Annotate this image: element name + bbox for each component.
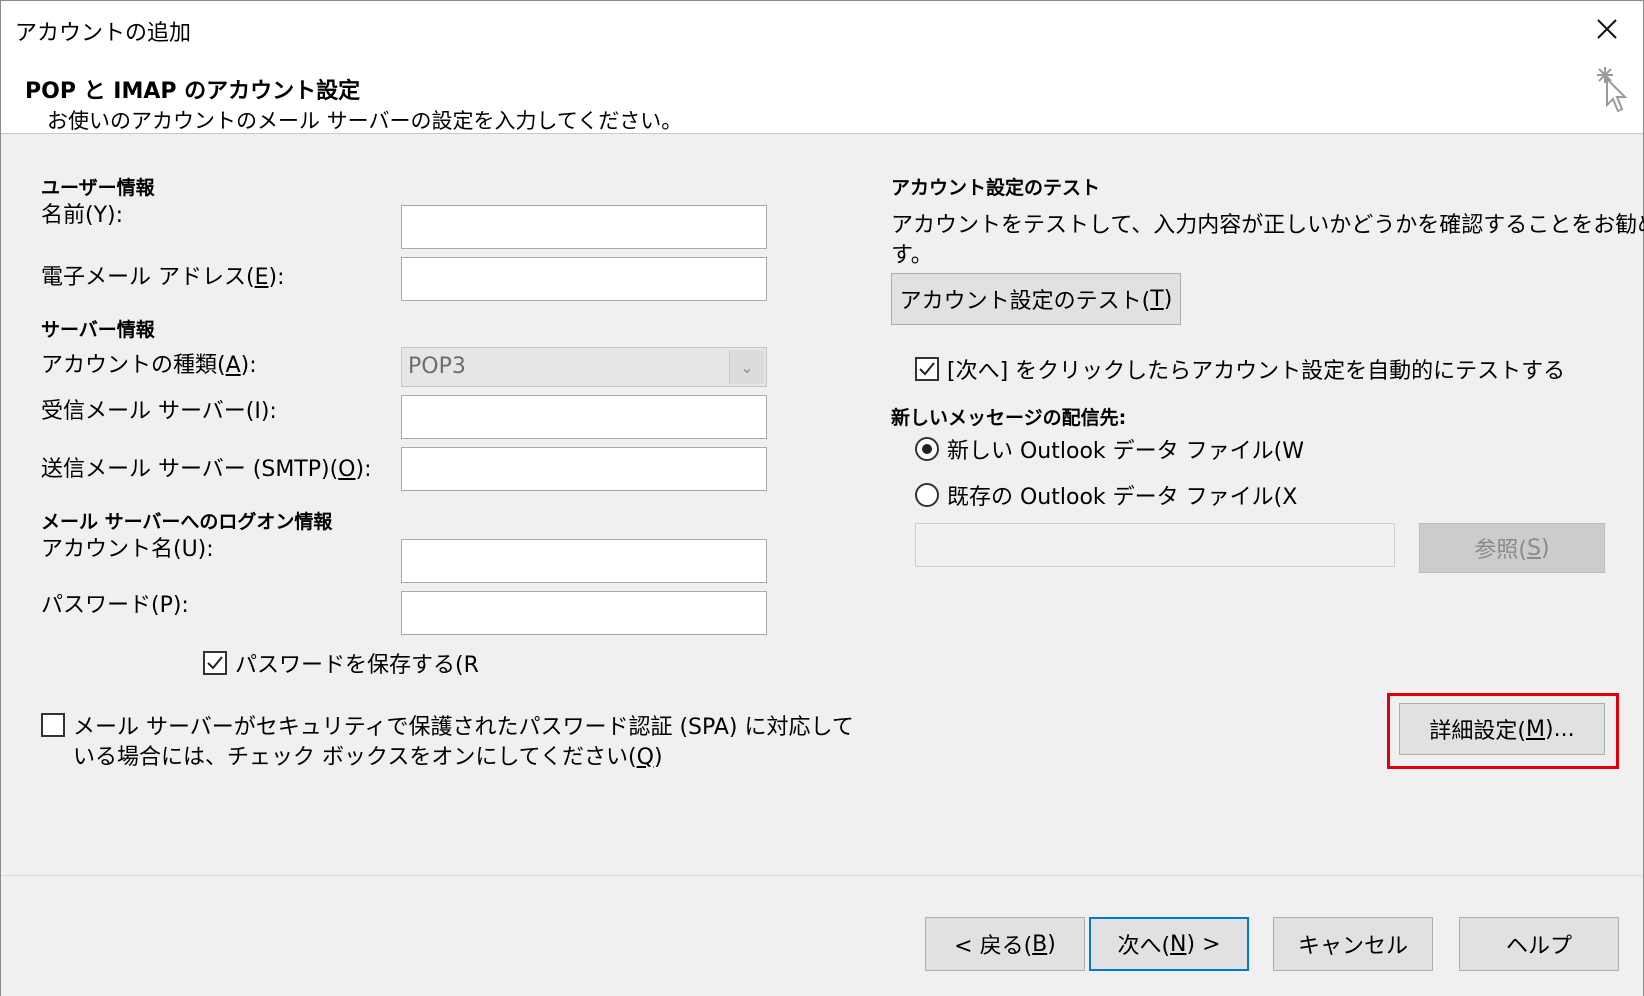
window-title: アカウントの追加 [15,21,192,46]
account-type-select: POP3 ⌄ [401,347,767,387]
remember-password-label[interactable]: パスワードを保存する(R [235,647,479,679]
help-button[interactable]: ヘルプ [1459,917,1619,971]
back-button[interactable]: < 戻る(B) [925,917,1085,971]
new-data-file-radio[interactable] [915,437,939,461]
test-account-settings-button[interactable]: アカウント設定のテスト(T) [891,273,1181,325]
header-subtitle: お使いのアカウントのメール サーバーの設定を入力してください。 [47,109,683,133]
new-data-file-label[interactable]: 新しい Outlook データ ファイル(W [947,433,1304,465]
outgoing-server-label: 送信メール サーバー (SMTP)(O): [41,457,372,482]
email-input[interactable] [401,257,767,301]
checkmark-icon [919,362,935,376]
delivery-heading: 新しいメッセージの配信先: [891,407,1127,429]
spa-label-line1[interactable]: メール サーバーがセキュリティで保護されたパスワード認証 (SPA) に対応して [73,709,854,741]
account-name-input[interactable] [401,539,767,583]
account-type-label: アカウントの種類(A): [41,353,257,378]
wizard-cursor-icon [1597,67,1628,113]
password-input[interactable] [401,591,767,635]
existing-data-file-path-input [915,523,1395,567]
more-settings-button[interactable]: 詳細設定(M)... [1399,703,1605,755]
auto-test-label[interactable]: [次へ] をクリックしたらアカウント設定を自動的にテストする [947,353,1565,385]
test-settings-desc-line2: す。 [891,243,933,268]
name-input[interactable] [401,205,767,249]
incoming-server-input[interactable] [401,395,767,439]
next-button[interactable]: 次へ(N) > [1089,917,1249,971]
account-name-label: アカウント名(U): [41,537,214,562]
test-settings-heading: アカウント設定のテスト [891,177,1101,199]
password-label: パスワード(P): [41,593,189,618]
cancel-button[interactable]: キャンセル [1273,917,1433,971]
name-label: 名前(Y): [41,203,124,228]
user-info-heading: ユーザー情報 [41,177,155,199]
spa-checkbox[interactable] [41,713,65,737]
existing-data-file-radio[interactable] [915,483,939,507]
account-type-value: POP3 [408,354,466,379]
header-title: POP と IMAP のアカウント設定 [25,79,361,104]
existing-data-file-label[interactable]: 既存の Outlook データ ファイル(X [947,479,1297,511]
auto-test-checkbox[interactable] [915,357,939,381]
browse-button: 参照(S) [1419,523,1605,573]
test-settings-desc-line1: アカウントをテストして、入力内容が正しいかどうかを確認することをお勧めしま [891,213,1644,238]
chevron-down-icon: ⌄ [729,350,764,384]
close-button[interactable] [1585,9,1629,49]
remember-password-checkbox[interactable] [203,651,227,675]
checkmark-icon [207,656,223,670]
email-label: 電子メール アドレス(E): [41,265,285,290]
incoming-server-label: 受信メール サーバー(I): [41,399,277,424]
close-icon [1597,19,1617,39]
outgoing-server-input[interactable] [401,447,767,491]
server-info-heading: サーバー情報 [41,319,155,341]
logon-info-heading: メール サーバーへのログオン情報 [41,511,333,533]
add-account-dialog: アカウントの追加 POP と IMAP のアカウント設定 お使いのアカウントのメ… [0,0,1644,996]
spa-label-line2[interactable]: いる場合には、チェック ボックスをオンにしてください(Q) [73,739,663,771]
